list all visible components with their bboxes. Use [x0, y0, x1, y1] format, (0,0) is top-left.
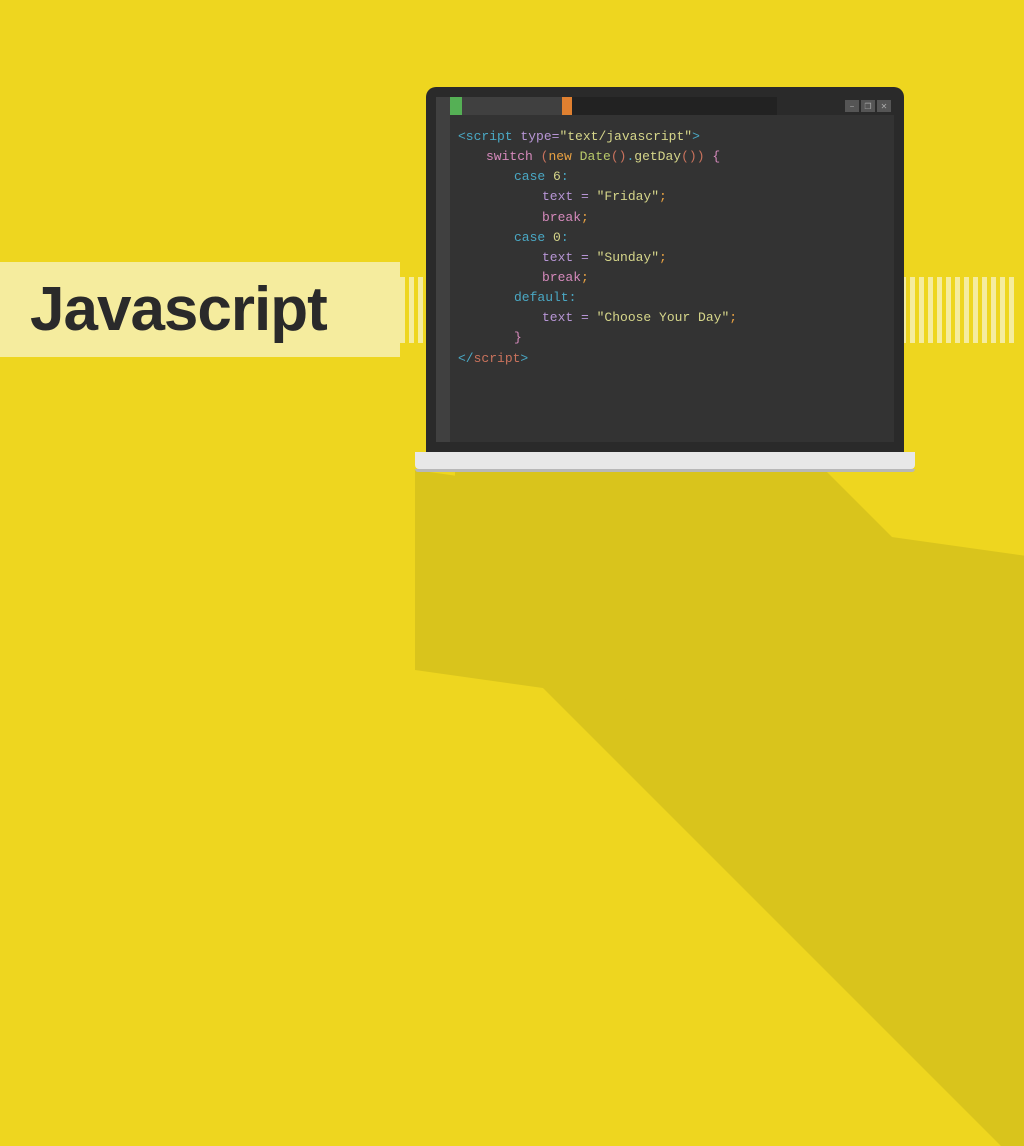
code-token: ; [659, 250, 667, 265]
code-token: new [548, 149, 571, 164]
code-token: "Friday" [597, 189, 659, 204]
laptop-base [415, 452, 915, 469]
code-editor-content: <script type="text/javascript"> switch (… [450, 115, 894, 442]
code-token: case [514, 230, 545, 245]
code-token: Date [572, 149, 611, 164]
code-token: ; [729, 310, 737, 325]
code-token: : [569, 290, 577, 305]
code-token: break [542, 210, 581, 225]
laptop-screen: − ❐ ✕ <script type="text/javascript"> sw… [426, 87, 904, 452]
code-token: : [561, 169, 569, 184]
code-token: = [573, 250, 596, 265]
code-token: text [542, 250, 573, 265]
code-token: "Sunday" [597, 250, 659, 265]
code-token: 6 [545, 169, 561, 184]
code-token: { [705, 149, 721, 164]
editor-tab-area [572, 97, 777, 115]
code-token: "Choose Your Day" [597, 310, 730, 325]
code-token: > [692, 129, 700, 144]
title-band: Javascript [0, 262, 400, 357]
code-token: = [573, 310, 596, 325]
code-token: : [561, 230, 569, 245]
minimize-icon: − [845, 100, 859, 112]
code-token: script [474, 351, 521, 366]
editor-tab-active-marker [450, 97, 462, 115]
editor-tab [462, 97, 562, 115]
code-token: "text/javascript" [559, 129, 692, 144]
code-token: getDay [634, 149, 681, 164]
code-token: ) [697, 149, 705, 164]
code-token: <script [458, 129, 513, 144]
code-token: () [611, 149, 627, 164]
code-token: () [681, 149, 697, 164]
editor-tab-modified-marker [562, 97, 572, 115]
editor-sidebar [436, 97, 450, 442]
editor-window: − ❐ ✕ <script type="text/javascript"> sw… [436, 97, 894, 442]
window-controls: − ❐ ✕ [845, 100, 891, 112]
maximize-icon: ❐ [861, 100, 875, 112]
code-token: break [542, 270, 581, 285]
code-token: type [520, 129, 551, 144]
code-token: case [514, 169, 545, 184]
code-token: } [514, 330, 522, 345]
code-token: ; [581, 270, 589, 285]
title-text: Javascript [30, 274, 327, 345]
code-token: switch [486, 149, 533, 164]
code-token: ; [659, 189, 667, 204]
code-token: ; [581, 210, 589, 225]
laptop-illustration: − ❐ ✕ <script type="text/javascript"> sw… [415, 87, 915, 469]
code-token: default [514, 290, 569, 305]
code-token: = [573, 189, 596, 204]
code-token: > [520, 351, 528, 366]
close-icon: ✕ [877, 100, 891, 112]
code-token: </ [458, 351, 474, 366]
code-token: text [542, 310, 573, 325]
code-token: 0 [545, 230, 561, 245]
editor-tabbar: − ❐ ✕ [450, 97, 894, 115]
code-token: text [542, 189, 573, 204]
